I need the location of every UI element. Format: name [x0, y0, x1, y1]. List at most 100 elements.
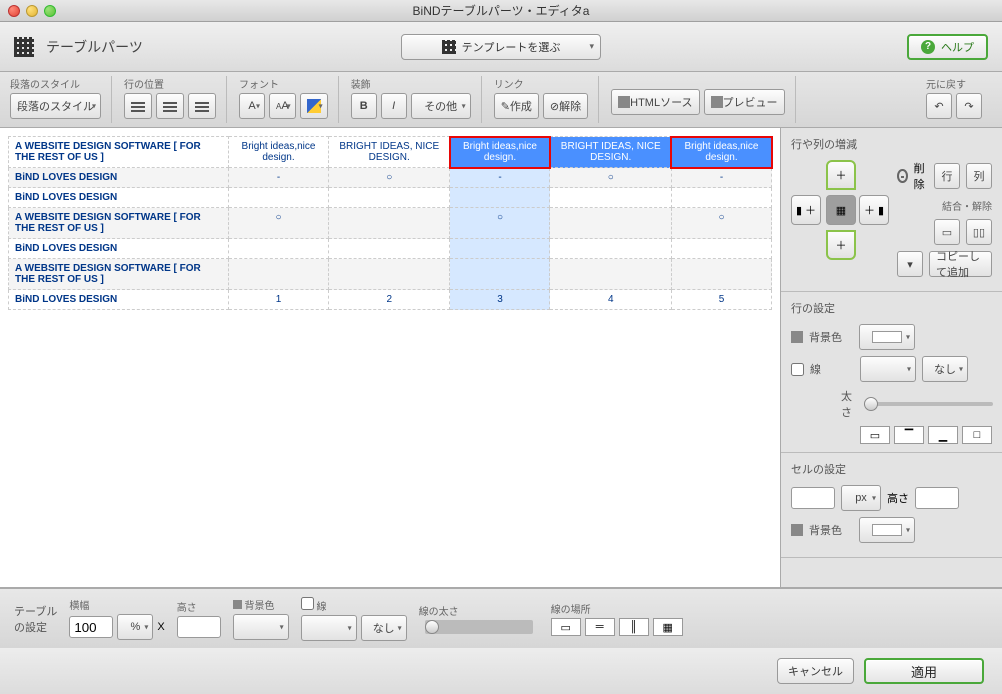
cell-r4c1[interactable] — [229, 239, 329, 259]
tblborder-outer-button[interactable]: ▭ — [551, 618, 581, 636]
redo-button[interactable]: ↷ — [956, 93, 982, 119]
cell-r1c1[interactable]: - — [229, 168, 329, 188]
cell-width-input[interactable] — [791, 487, 835, 509]
other-deco-button[interactable]: その他 — [411, 93, 471, 119]
cell-r1c5[interactable]: - — [671, 168, 771, 188]
cell-r5c3[interactable] — [450, 259, 550, 290]
cell-r1c3[interactable]: - — [450, 168, 550, 188]
delete-col-button[interactable]: 列 — [966, 163, 992, 189]
cell-r6c2[interactable]: 2 — [329, 290, 450, 310]
cell-r6c5[interactable]: 5 — [671, 290, 771, 310]
font-family-button[interactable]: A — [239, 93, 265, 119]
table-line-color[interactable] — [301, 615, 357, 641]
cell-r5c1[interactable] — [229, 259, 329, 290]
cell-r1c4[interactable]: ○ — [550, 168, 671, 188]
cell-r0c1[interactable]: Bright ideas,nice design. — [229, 137, 329, 168]
bold-button[interactable]: B — [351, 93, 377, 119]
border-bottom-button[interactable]: ▁ — [928, 426, 958, 444]
cell-r6c4[interactable]: 4 — [550, 290, 671, 310]
cell-r4c4[interactable] — [550, 239, 671, 259]
cell-r2c1[interactable] — [229, 188, 329, 208]
add-col-right-button[interactable]: ＋ ▮ — [859, 195, 889, 225]
cell-r6c1[interactable]: 1 — [229, 290, 329, 310]
cancel-button[interactable]: キャンセル — [777, 658, 854, 684]
tblborder-all-button[interactable]: ▦ — [653, 618, 683, 636]
cell-r3c0[interactable]: A WEBSITE DESIGN SOFTWARE [ FOR THE REST… — [9, 208, 229, 239]
delete-row-button[interactable]: 行 — [934, 163, 960, 189]
tblborder-horiz-button[interactable]: ═ — [585, 618, 615, 636]
cell-r0c5[interactable]: Bright ideas,nice design. — [671, 137, 771, 168]
cell-r3c5[interactable]: ○ — [671, 208, 771, 239]
para-style-select[interactable]: 段落のスタイル — [10, 93, 101, 119]
border-none-button[interactable]: □ — [962, 426, 992, 444]
cell-r5c5[interactable] — [671, 259, 771, 290]
table-width-unit[interactable]: % — [117, 614, 153, 640]
table-thickness-slider[interactable] — [425, 620, 533, 634]
cell-r2c2[interactable] — [329, 188, 450, 208]
cell-r5c0[interactable]: A WEBSITE DESIGN SOFTWARE [ FOR THE REST… — [9, 259, 229, 290]
italic-button[interactable]: I — [381, 93, 407, 119]
cell-r1c2[interactable]: ○ — [329, 168, 450, 188]
cell-r4c0[interactable]: BiND LOVES DESIGN — [9, 239, 229, 259]
apply-button[interactable]: 適用 — [864, 658, 984, 684]
cell-r2c0[interactable]: BiND LOVES DESIGN — [9, 188, 229, 208]
cell-r0c4[interactable]: BRIGHT IDEAS, NICE DESIGN. — [550, 137, 671, 168]
row-line-color-select[interactable] — [860, 356, 916, 382]
html-source-button[interactable]: HTMLソース — [611, 89, 699, 115]
tblborder-vert-button[interactable]: ║ — [619, 618, 649, 636]
cell-bgcolor-select[interactable] — [859, 517, 915, 543]
cell-r4c2[interactable] — [329, 239, 450, 259]
cell-r0c2[interactable]: BRIGHT IDEAS, NICE DESIGN. — [329, 137, 450, 168]
table-line-checkbox[interactable] — [301, 597, 314, 610]
cell-r4c5[interactable] — [671, 239, 771, 259]
add-row-below-button[interactable]: ＋ — [826, 230, 856, 260]
cell-r3c2[interactable] — [329, 208, 450, 239]
cell-r1c0[interactable]: BiND LOVES DESIGN — [9, 168, 229, 188]
cell-r3c1[interactable]: ○ — [229, 208, 329, 239]
table-canvas[interactable]: A WEBSITE DESIGN SOFTWARE [ FOR THE REST… — [0, 128, 780, 587]
cell-r0c0[interactable]: A WEBSITE DESIGN SOFTWARE [ FOR THE REST… — [9, 137, 229, 168]
align-right-button[interactable] — [188, 93, 216, 119]
row-thickness-slider[interactable] — [864, 402, 993, 406]
border-all-button[interactable]: ▭ — [860, 426, 890, 444]
copy-add-button[interactable]: コピーして追加 — [929, 251, 992, 277]
cell-r3c3[interactable]: ○ — [450, 208, 550, 239]
add-col-left-button[interactable]: ▮ ＋ — [791, 195, 821, 225]
align-center-button[interactable] — [156, 93, 184, 119]
cell-r6c0[interactable]: BiND LOVES DESIGN — [9, 290, 229, 310]
merge-button[interactable]: ▭ — [934, 219, 960, 245]
table-width-input[interactable] — [69, 616, 113, 638]
split-button[interactable]: ▯▯ — [966, 219, 992, 245]
cell-r2c4[interactable] — [550, 188, 671, 208]
help-button[interactable]: ? ヘルプ — [907, 34, 988, 60]
row-bgcolor-select[interactable] — [859, 324, 915, 350]
cell-r5c2[interactable] — [329, 259, 450, 290]
cell-r4c3[interactable] — [450, 239, 550, 259]
font-size-button[interactable]: AA — [269, 93, 296, 119]
cell-r2c5[interactable] — [671, 188, 771, 208]
row-line-style-select[interactable]: なし — [922, 356, 968, 382]
cell-r5c4[interactable] — [550, 259, 671, 290]
font-color-button[interactable] — [300, 93, 328, 119]
preview-button[interactable]: プレビュー — [704, 89, 785, 115]
copy-direction-button[interactable]: ▾ — [897, 251, 923, 277]
cell-r3c4[interactable] — [550, 208, 671, 239]
row-line-checkbox[interactable] — [791, 363, 804, 376]
table-height-input[interactable] — [177, 616, 221, 638]
table-bgcolor-select[interactable] — [233, 614, 289, 640]
undo-button[interactable]: ↶ — [926, 93, 952, 119]
table-line-style[interactable]: なし — [361, 615, 407, 641]
cell-r0c3[interactable]: Bright ideas,nice design. — [450, 137, 550, 168]
template-select-button[interactable]: テンプレートを選ぶ ▾ — [401, 34, 601, 60]
cell-r2c3[interactable] — [450, 188, 550, 208]
align-left-button[interactable] — [124, 93, 152, 119]
add-row-above-button[interactable]: ＋ — [826, 160, 856, 190]
cell-r6c3[interactable]: 3 — [450, 290, 550, 310]
cell-unit-select[interactable]: px — [841, 485, 881, 511]
link-create-button[interactable]: ✎ 作成 — [494, 93, 539, 119]
border-top-button[interactable]: ▔ — [894, 426, 924, 444]
link-label: リンク — [494, 76, 588, 91]
link-remove-button[interactable]: ⊘ 解除 — [543, 93, 588, 119]
undo-label: 元に戻す — [926, 76, 982, 91]
cell-height-input[interactable] — [915, 487, 959, 509]
